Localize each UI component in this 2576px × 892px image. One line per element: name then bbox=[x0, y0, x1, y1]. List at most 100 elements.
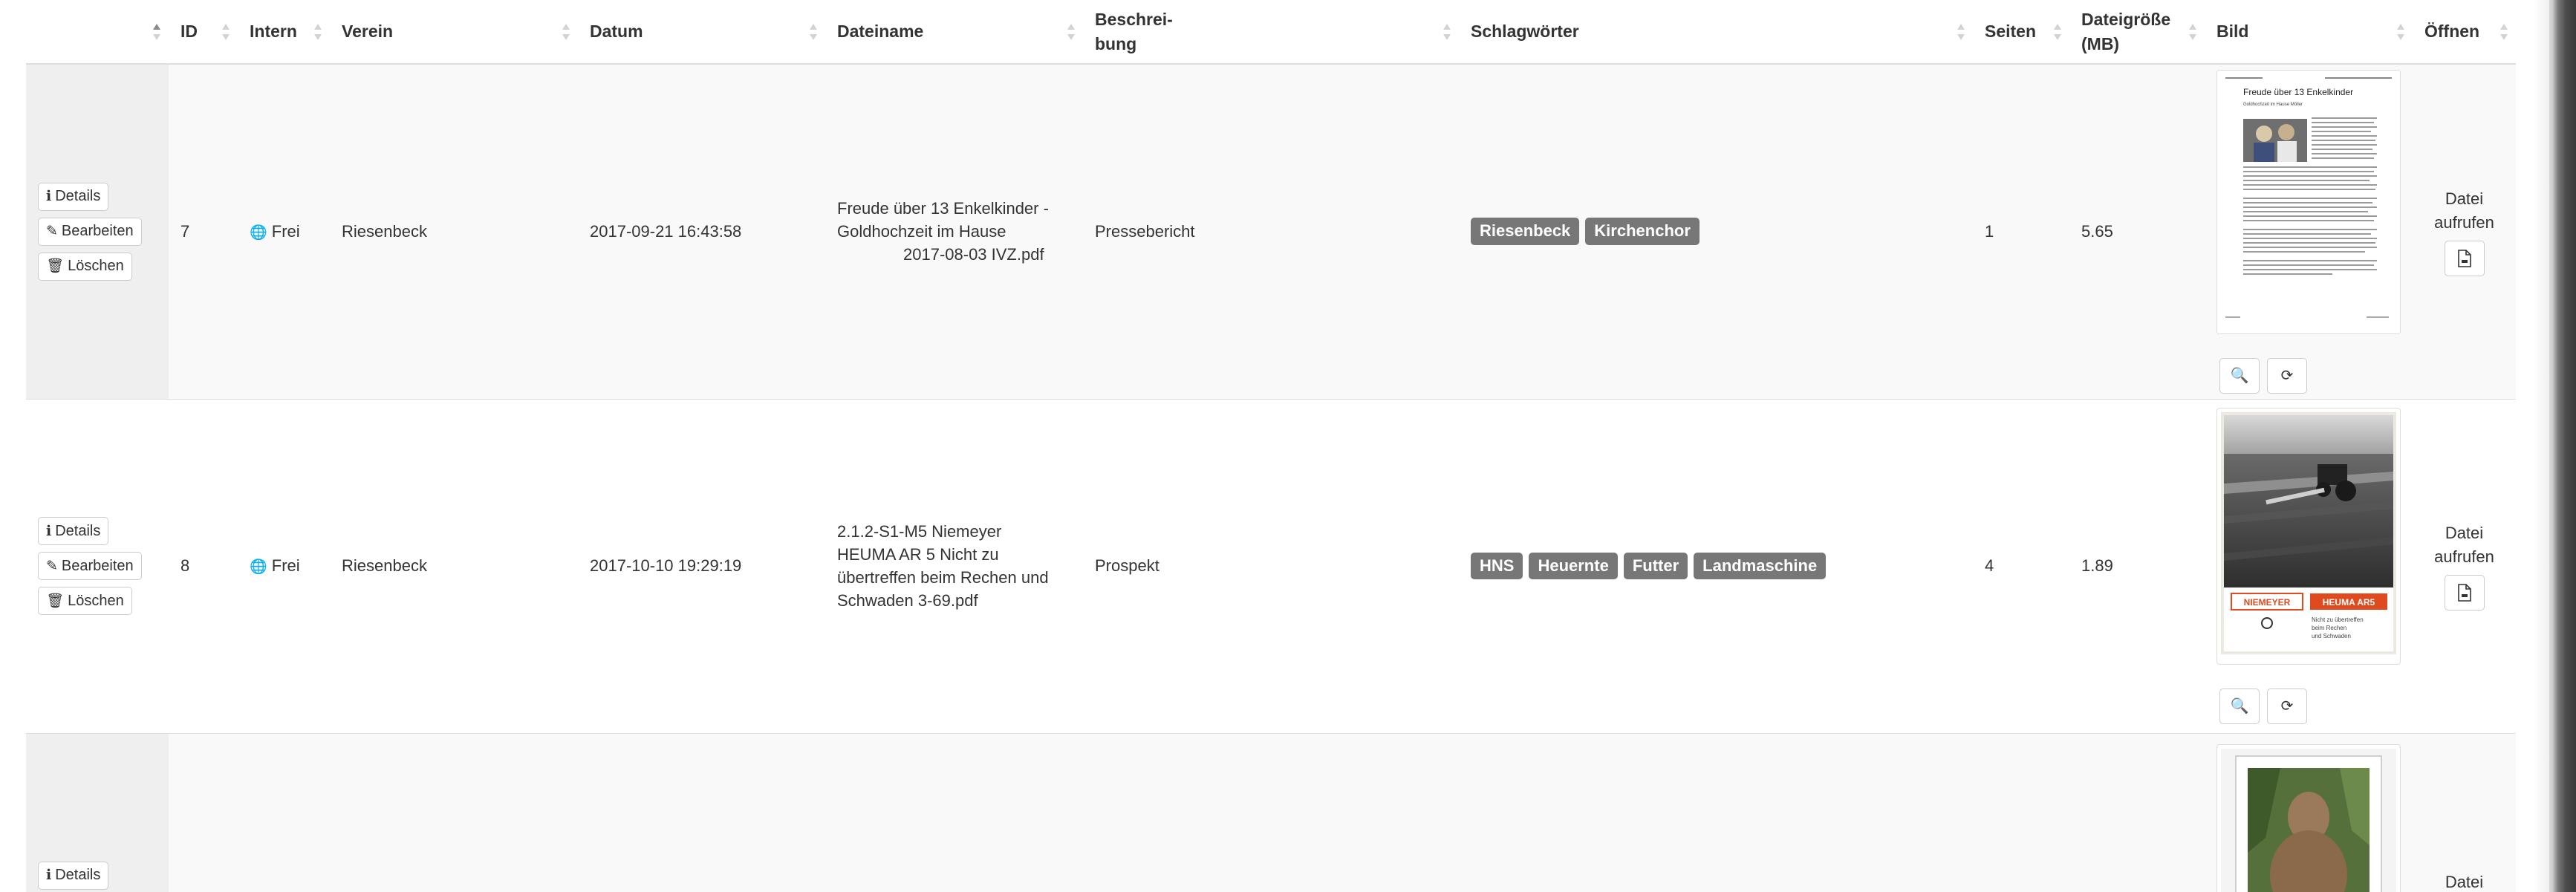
refresh-icon: ⟳ bbox=[2280, 697, 2294, 714]
col-dateiname-header[interactable]: Dateiname bbox=[825, 0, 1083, 65]
col-verein-header[interactable]: Verein bbox=[330, 0, 578, 65]
brochure-cover-image: NIEMEYER HEUMA AR5 Nicht zu übertreffen … bbox=[2221, 411, 2396, 654]
row-actions: ℹ Details ✎ Bearbeiten 🗑 Löschen bbox=[26, 398, 169, 733]
svg-text:und Schwaden: und Schwaden bbox=[2312, 633, 2351, 639]
open-file-link[interactable]: Datei bbox=[2424, 870, 2504, 892]
svg-text:NIEMEYER: NIEMEYER bbox=[2244, 597, 2291, 608]
window-edge bbox=[2533, 0, 2576, 892]
cell-verein: Riesenbeck bbox=[330, 398, 578, 733]
svg-text:Freude über 13 Enkelkinder: Freude über 13 Enkelkinder bbox=[2243, 87, 2353, 97]
svg-text:Nicht zu übertreffen: Nicht zu übertreffen bbox=[2312, 616, 2364, 623]
col-oeffnen-header[interactable]: Öffnen bbox=[2413, 0, 2516, 65]
search-icon: 🔍 bbox=[2230, 367, 2249, 384]
cell-oeffnen: Datei bbox=[2413, 732, 2516, 892]
open-pdf-button[interactable] bbox=[2444, 240, 2485, 276]
cell-id: 7 bbox=[169, 63, 238, 399]
tag-badge: Riesenbeck bbox=[1471, 218, 1580, 246]
cell-verein: Riesenbeck bbox=[330, 63, 578, 399]
tag-badge: Heuernte bbox=[1529, 552, 1618, 580]
zoom-button[interactable]: 🔍 bbox=[2219, 357, 2260, 394]
col-bild-header[interactable]: Bild bbox=[2205, 0, 2413, 65]
sort-icon bbox=[2053, 22, 2062, 42]
details-button[interactable]: ℹ Details bbox=[38, 517, 109, 545]
col-datum-header[interactable]: Datum bbox=[578, 0, 825, 65]
sort-icon bbox=[221, 22, 230, 42]
cell-dateigroesse: 1.89 bbox=[2069, 398, 2205, 733]
sort-icon bbox=[562, 22, 570, 42]
globe-icon: 🌐 bbox=[250, 225, 267, 241]
document-thumbnail[interactable]: Freude über 13 Enkelkinder Goldhochzeit … bbox=[2216, 69, 2401, 334]
files-table: ID Intern Verein Datum Dateiname Beschre… bbox=[26, 0, 2516, 892]
screen: ID Intern Verein Datum Dateiname Beschre… bbox=[0, 0, 2576, 892]
col-dateigroesse-header[interactable]: Dateigröße (MB) bbox=[2069, 0, 2205, 65]
edit-button[interactable]: ✎ Bearbeiten bbox=[38, 552, 142, 580]
svg-text:beim Rechen: beim Rechen bbox=[2312, 625, 2346, 631]
cell-intern: 🌐 Frei bbox=[238, 63, 330, 399]
table-row: ℹ Details ✎ Bearbeiten 🗑 Löschen 7 🌐 Frei R… bbox=[26, 63, 2516, 399]
cell-bild: Freude über 13 Enkelkinder Goldhochzeit … bbox=[2205, 63, 2413, 399]
cell-beschreibung: Prospekt bbox=[1083, 398, 1459, 733]
document-thumbnail[interactable]: NIEMEYER HEUMA AR5 Nicht zu übertreffen … bbox=[2216, 407, 2401, 665]
tag-badge: Kirchenchor bbox=[1585, 218, 1700, 246]
header-row: ID Intern Verein Datum Dateiname Beschre… bbox=[26, 0, 2516, 65]
zoom-button[interactable]: 🔍 bbox=[2219, 688, 2260, 725]
open-file-link[interactable]: Datei aufrufen bbox=[2424, 521, 2504, 569]
cell-bild: NIEMEYER HEUMA AR5 Nicht zu übertreffen … bbox=[2205, 398, 2413, 733]
row-actions: ℹ Details ✎ Bearbeiten 🗑 Löschen bbox=[26, 63, 169, 399]
svg-text:HEUMA AR5: HEUMA AR5 bbox=[2323, 597, 2375, 608]
cell-beschreibung bbox=[1083, 732, 1459, 892]
cell-dateiname bbox=[825, 732, 1083, 892]
cell-oeffnen: Datei aufrufen bbox=[2413, 63, 2516, 399]
document-thumbnail[interactable] bbox=[2216, 743, 2401, 892]
details-button[interactable]: ℹ Details bbox=[38, 182, 109, 211]
file-pdf-icon bbox=[2457, 584, 2471, 602]
col-id-header[interactable]: ID bbox=[169, 0, 238, 65]
row-actions: ℹ Details bbox=[26, 732, 169, 892]
cell-seiten bbox=[1973, 732, 2069, 892]
search-icon: 🔍 bbox=[2230, 697, 2249, 714]
open-file-link[interactable]: Datei aufrufen bbox=[2424, 187, 2504, 235]
sort-icon bbox=[313, 22, 322, 42]
cell-oeffnen: Datei aufrufen bbox=[2413, 398, 2516, 733]
col-intern-header[interactable]: Intern bbox=[238, 0, 330, 65]
cell-datum: 2017-09-21 16:43:58 bbox=[578, 63, 825, 399]
table-row: ℹ Details ✎ Bearbeiten 🗑 Löschen 8 🌐 Frei R… bbox=[26, 398, 2516, 733]
col-seiten-header[interactable]: Seiten bbox=[1973, 0, 2069, 65]
cell-seiten: 4 bbox=[1973, 398, 2069, 733]
sort-icon bbox=[2499, 22, 2508, 42]
edit-button[interactable]: ✎ Bearbeiten bbox=[38, 217, 142, 246]
globe-icon: 🌐 bbox=[250, 559, 267, 576]
cell-schlagwoerter bbox=[1459, 732, 1973, 892]
table-row: ℹ Details Datei bbox=[26, 732, 2516, 892]
details-button[interactable]: ℹ Details bbox=[38, 861, 109, 890]
cell-dateigroesse: 5.65 bbox=[2069, 63, 2205, 399]
cell-datum: 2017-10-10 19:29:19 bbox=[578, 398, 825, 733]
tag-badge: Futter bbox=[1623, 552, 1688, 580]
file-pdf-icon bbox=[2457, 249, 2471, 267]
sort-icon bbox=[809, 22, 818, 42]
cell-intern bbox=[238, 732, 330, 892]
cell-seiten: 1 bbox=[1973, 63, 2069, 399]
cell-datum bbox=[578, 732, 825, 892]
info-icon: ℹ bbox=[46, 867, 52, 883]
pencil-icon: ✎ bbox=[46, 558, 58, 574]
sort-icon bbox=[1067, 22, 1076, 42]
sort-icon bbox=[1957, 22, 1965, 42]
col-schlagwoerter-header[interactable]: Schlagwörter bbox=[1459, 0, 1973, 65]
pencil-icon: ✎ bbox=[46, 224, 58, 240]
refresh-button[interactable]: ⟳ bbox=[2267, 688, 2307, 725]
sort-icon bbox=[152, 22, 161, 42]
cell-dateigroesse bbox=[2069, 732, 2205, 892]
info-icon: ℹ bbox=[46, 189, 52, 205]
delete-button[interactable]: 🗑 Löschen bbox=[38, 587, 132, 615]
col-beschreibung-header[interactable]: Beschrei-bung bbox=[1083, 0, 1459, 65]
refresh-button[interactable]: ⟳ bbox=[2267, 357, 2307, 394]
cell-verein bbox=[330, 732, 578, 892]
delete-button[interactable]: 🗑 Löschen bbox=[38, 252, 132, 281]
info-icon: ℹ bbox=[46, 523, 52, 539]
open-pdf-button[interactable] bbox=[2444, 574, 2485, 611]
cell-schlagwoerter: HNS Heuernte Futter Landmaschine bbox=[1459, 398, 1973, 733]
photo-page-image bbox=[2221, 748, 2396, 892]
tag-badge: HNS bbox=[1471, 552, 1523, 580]
col-actions-header[interactable] bbox=[26, 0, 169, 65]
